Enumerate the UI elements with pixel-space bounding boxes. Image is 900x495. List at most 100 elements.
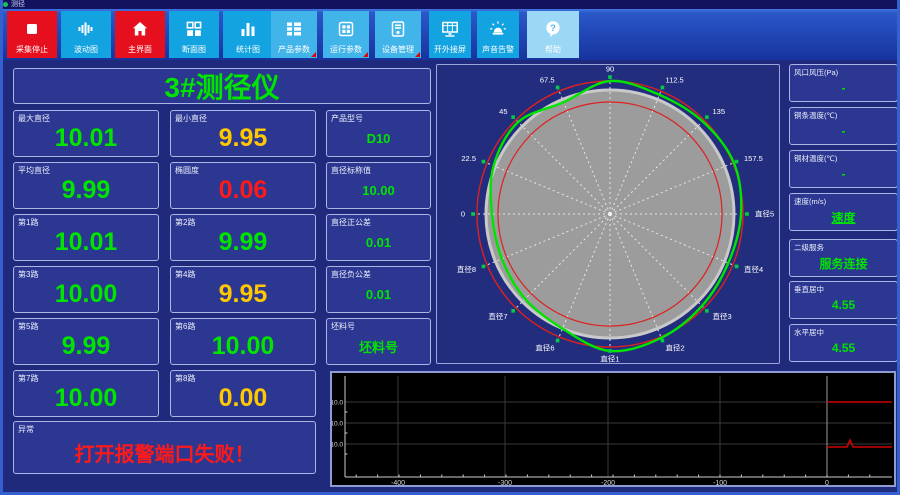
svg-text:直径1: 直径1 [600, 354, 619, 364]
svg-text:157.5: 157.5 [744, 154, 763, 163]
svg-text:?: ? [550, 23, 556, 34]
panel-value: - [841, 167, 846, 181]
metric-cell-path8: 第8路 0.00 [170, 370, 316, 417]
panel-bar-temperature: 铜条温度(℃) - [789, 107, 897, 145]
metric-label: 直径正公差 [331, 218, 371, 227]
metric-cell-plus-tolerance: 直径正公差 0.01 [326, 214, 431, 261]
svg-text:直径6: 直径6 [535, 343, 554, 353]
svg-text:10.0: 10.0 [332, 421, 343, 428]
app-window: 测径 采集停止 波动图 主界面 断面图 统计图 产品参数 运行参数 设备管理 开… [0, 0, 900, 495]
toolbar: 采集停止 波动图 主界面 断面图 统计图 产品参数 运行参数 设备管理 开外接屏… [3, 9, 897, 60]
svg-text:135: 135 [713, 107, 726, 116]
metric-label: 第7路 [18, 374, 39, 383]
panel-label: 铜条温度(℃) [794, 111, 838, 120]
alarm-panel: 异常 打开报警端口失败！ [13, 421, 316, 474]
metric-label: 第5路 [18, 322, 39, 331]
metric-value: 10.00 [362, 183, 395, 198]
panel-vertical-centering: 垂直居中 4.55 [789, 281, 897, 319]
alarm-label: 异常 [18, 425, 34, 434]
metric-value: 10.00 [54, 384, 118, 412]
trend-chart-panel: -400 -300 -200 -100 0 10.0 10.0 10.0 [330, 371, 896, 487]
panel-label: 速度(m/s) [794, 197, 827, 206]
svg-text:-100: -100 [713, 480, 727, 485]
svg-text:-300: -300 [498, 480, 512, 485]
toolbar-button-label: 统计图 [236, 45, 260, 54]
toolbar-button-stop-capture[interactable]: 采集停止 [7, 11, 57, 58]
toolbar-button-device-management[interactable]: 设备管理 [375, 11, 421, 58]
panel-label: 二级服务 [794, 243, 824, 252]
metric-cell-path3: 第3路 10.00 [13, 266, 159, 313]
toolbar-button-wave-chart[interactable]: 波动图 [61, 11, 111, 58]
panel-value[interactable]: 速度 [790, 206, 897, 228]
metric-cell-nominal-diameter: 直径标称值 10.00 [326, 162, 431, 209]
toolbar-button-label: 帮助 [545, 45, 561, 54]
dropdown-arrow-icon [363, 52, 368, 57]
alarm-message: 打开报警端口失败！ [74, 444, 255, 466]
panel-horizontal-centering: 水平居中 4.55 [789, 324, 897, 362]
title-bar: 测径 [3, 0, 897, 9]
svg-text:直径8: 直径8 [457, 264, 476, 274]
metric-value: 坯料号 [358, 340, 398, 355]
svg-text:直径3: 直径3 [713, 311, 732, 321]
dropdown-arrow-icon [415, 52, 420, 57]
toolbar-button-run-params[interactable]: 运行参数 [323, 11, 369, 58]
toolbar-button-label: 声音告警 [482, 45, 514, 54]
panel-value: - [841, 124, 846, 138]
toolbar-button-label: 设备管理 [382, 45, 414, 54]
device-icon [391, 21, 405, 37]
metric-label: 椭圆度 [175, 166, 199, 175]
metric-cell-min-diameter: 最小直径 9.95 [170, 110, 316, 157]
svg-text:直径4: 直径4 [744, 264, 763, 274]
metric-cell-avg-diameter: 平均直径 9.99 [13, 162, 159, 209]
toolbar-button-section-chart[interactable]: 断面图 [169, 11, 219, 58]
svg-text:-400: -400 [391, 480, 405, 485]
metric-label: 第6路 [175, 322, 196, 331]
svg-text:直径5: 直径5 [755, 209, 774, 219]
panel-value: - [841, 81, 846, 95]
metric-value: 9.95 [218, 124, 268, 152]
toolbar-button-label: 产品参数 [278, 45, 310, 54]
metric-value: 0.00 [218, 384, 268, 412]
panel-label: 铜材温度(℃) [794, 154, 838, 163]
stop-icon [27, 24, 37, 34]
metric-label: 产品型号 [331, 114, 363, 123]
metric-cell-path4: 第4路 9.95 [170, 266, 316, 313]
panel-material-temperature: 铜材温度(℃) - [789, 150, 897, 188]
metric-label: 最大直径 [18, 114, 50, 123]
metric-label: 最小直径 [175, 114, 207, 123]
device-title-panel: 3#测径仪 [13, 68, 431, 104]
waveform-icon [78, 22, 93, 36]
metric-cell-path5: 第5路 9.99 [13, 318, 159, 365]
metric-cell-path1: 第1路 10.01 [13, 214, 159, 261]
metric-cell-path2: 第2路 9.99 [170, 214, 316, 261]
metric-value: 10.00 [54, 280, 118, 308]
toolbar-button-statistics-chart[interactable]: 统计图 [223, 11, 273, 58]
bar-chart-icon [241, 23, 255, 36]
metric-value: 9.99 [218, 228, 268, 256]
panel-value: 服务连接 [819, 256, 868, 271]
metric-cell-product-model: 产品型号 D10 [326, 110, 431, 157]
toolbar-button-label: 开外接屏 [434, 45, 466, 54]
toolbar-button-product-params[interactable]: 产品参数 [271, 11, 317, 58]
metric-label: 第8路 [175, 374, 196, 383]
metric-value: 0.01 [365, 235, 392, 250]
svg-text:0: 0 [461, 210, 465, 219]
toolbar-button-label: 运行参数 [330, 45, 362, 54]
svg-text:90: 90 [606, 65, 614, 74]
metric-cell-billet-number: 坯料号 坯料号 [326, 318, 431, 365]
help-icon: ? [546, 21, 560, 37]
polar-chart: 0 22.5 45 67.5 90 112.5 135 157.5 直径5 直径4 直径3 直径2 直径… [457, 65, 774, 364]
toolbar-button-external-screen[interactable]: 开外接屏 [429, 11, 471, 58]
metric-cell-minus-tolerance: 直径负公差 0.01 [326, 266, 431, 313]
panel-speed: 速度(m/s) 速度 [789, 193, 897, 231]
toolbar-button-help[interactable]: ? 帮助 [527, 11, 579, 58]
svg-text:-200: -200 [601, 480, 615, 485]
toolbar-button-main-screen[interactable]: 主界面 [115, 11, 165, 58]
svg-text:0: 0 [825, 480, 829, 485]
alarm-lamp-icon [490, 21, 506, 35]
panel-value: 4.55 [831, 341, 856, 355]
toolbar-button-sound-alarm[interactable]: 声音告警 [477, 11, 519, 58]
metric-label: 第4路 [175, 270, 196, 279]
panel-secondary-service: 二级服务 服务连接 [789, 239, 897, 277]
svg-text:45: 45 [499, 107, 507, 116]
